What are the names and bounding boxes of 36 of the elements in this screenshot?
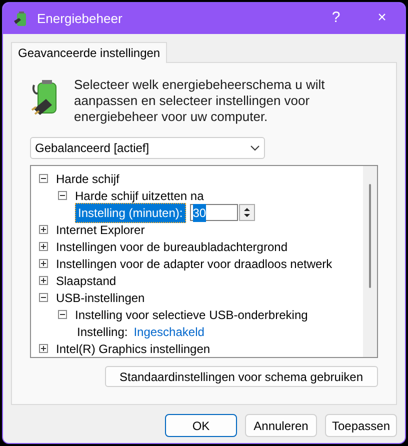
tree-item[interactable]: Slaapstand xyxy=(56,272,116,290)
expand-icon[interactable] xyxy=(39,225,48,234)
expand-icon[interactable] xyxy=(39,242,48,251)
plan-dropdown[interactable]: Gebalanceerd [actief] xyxy=(30,137,265,159)
tree-item[interactable]: Instellingen voor de adapter voor draadloos netwerk xyxy=(56,254,332,272)
close-button[interactable]: × xyxy=(359,3,405,34)
minutes-input[interactable]: 30 xyxy=(190,204,238,221)
dialog-button[interactable]: OK xyxy=(165,414,237,437)
restore-defaults-button[interactable]: Standaardinstellingen voor schema gebruiken xyxy=(104,366,378,387)
tree-item[interactable]: Instelling voor selectieve USB-onderbreking xyxy=(75,306,308,324)
chevron-down-icon xyxy=(250,145,260,151)
setting-value-link[interactable]: Ingeschakeld xyxy=(134,322,204,340)
tree-item[interactable]: Harde schijf xyxy=(56,170,120,188)
expand-icon[interactable] xyxy=(39,276,48,285)
help-button[interactable]: ? xyxy=(313,3,359,34)
tree-item[interactable]: Instellingen voor de bureaubladachtergrond xyxy=(56,238,288,256)
scrollbar[interactable] xyxy=(363,166,377,357)
expand-icon[interactable] xyxy=(39,259,48,268)
tree-item[interactable]: Harde schijf uitzetten na xyxy=(75,186,204,204)
collapse-icon[interactable] xyxy=(39,293,48,302)
setting-label[interactable]: Instelling: xyxy=(75,322,130,340)
tree-item[interactable]: USB-instellingen xyxy=(56,288,145,306)
tree-item[interactable]: Internet Explorer xyxy=(56,220,145,238)
battery-plug-icon xyxy=(13,10,29,26)
spin-buttons[interactable] xyxy=(238,204,255,221)
expand-icon[interactable] xyxy=(39,344,48,353)
collapse-icon[interactable] xyxy=(58,191,67,200)
collapse-icon[interactable] xyxy=(58,310,67,319)
window-title: Energiebeheer xyxy=(37,10,122,28)
tree-item[interactable]: Intel(R) Graphics instellingen xyxy=(56,340,210,357)
tab[interactable]: Geavanceerde instellingen xyxy=(11,42,168,63)
setting-label[interactable]: Instelling (minuten): xyxy=(75,202,186,222)
dialog-button[interactable]: Annuleren xyxy=(245,414,317,437)
collapse-icon[interactable] xyxy=(39,174,48,183)
description-text: Selecteer welk energiebeheerschema u wilt aanpassen en selecteer instellingen voor energiebeheer voor uw computer. xyxy=(74,77,326,125)
dialog-button[interactable]: Toepassen xyxy=(325,414,397,437)
